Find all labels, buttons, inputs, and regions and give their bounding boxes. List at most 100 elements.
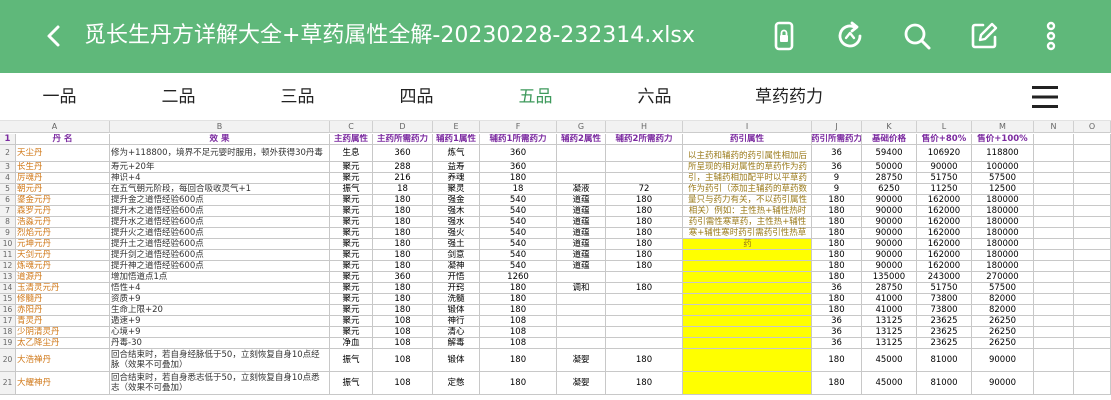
column-letter[interactable]: F	[480, 121, 557, 133]
pill-name-cell[interactable]: 炼魂元丹	[16, 261, 110, 272]
aux1-potency-cell[interactable]: 540	[480, 261, 557, 272]
base-price-cell[interactable]: 41000	[862, 294, 917, 305]
effect-cell[interactable]: 资质+9	[110, 294, 330, 305]
aux2-attr-cell[interactable]	[557, 173, 606, 184]
aux1-potency-cell[interactable]: 180	[480, 372, 557, 395]
price-100-cell[interactable]: 90000	[972, 372, 1034, 395]
main-herb-attr-cell[interactable]: 振气	[330, 349, 373, 372]
cell[interactable]	[1074, 162, 1111, 173]
price-100-cell[interactable]: 180000	[972, 206, 1034, 217]
catalyst-attr-cell[interactable]	[683, 305, 812, 316]
aux1-attr-cell[interactable]: 剑意	[433, 250, 480, 261]
base-price-cell[interactable]: 13125	[862, 316, 917, 327]
aux1-potency-cell[interactable]: 180	[480, 283, 557, 294]
catalyst-potency-cell[interactable]: 180	[812, 250, 862, 261]
price-100-cell[interactable]: 180000	[972, 217, 1034, 228]
aux1-attr-cell[interactable]: 锻体	[433, 349, 480, 372]
main-herb-attr-cell[interactable]: 聚元	[330, 316, 373, 327]
aux1-potency-cell[interactable]: 108	[480, 327, 557, 338]
cell[interactable]	[1034, 250, 1074, 261]
effect-cell[interactable]: 增加悟道点1点	[110, 272, 330, 283]
aux1-potency-cell[interactable]: 540	[480, 239, 557, 250]
aux1-attr-cell[interactable]: 解毒	[433, 338, 480, 349]
aux2-attr-cell[interactable]	[557, 162, 606, 173]
price-100-cell[interactable]: 180000	[972, 250, 1034, 261]
base-price-cell[interactable]: 90000	[862, 239, 917, 250]
cell[interactable]	[1074, 261, 1111, 272]
aux2-attr-cell[interactable]: 调和	[557, 283, 606, 294]
aux2-potency-cell[interactable]	[606, 145, 683, 162]
column-letter[interactable]: L	[917, 121, 972, 133]
aux1-attr-cell[interactable]: 锻体	[433, 305, 480, 316]
catalyst-attr-cell[interactable]	[683, 261, 812, 272]
price-100-cell[interactable]: 180000	[972, 195, 1034, 206]
main-herb-attr-cell[interactable]: 聚元	[330, 173, 373, 184]
price-100-cell[interactable]: 26250	[972, 316, 1034, 327]
aux1-potency-cell[interactable]: 18	[480, 184, 557, 195]
aux1-attr-cell[interactable]: 神行	[433, 316, 480, 327]
base-price-cell[interactable]: 90000	[862, 206, 917, 217]
aux2-potency-cell[interactable]: 180	[606, 261, 683, 272]
catalyst-potency-cell[interactable]: 180	[812, 349, 862, 372]
tab-grade-5[interactable]: 五品	[476, 73, 595, 121]
aux1-attr-cell[interactable]: 养魂	[433, 173, 480, 184]
aux2-potency-cell[interactable]: 180	[606, 349, 683, 372]
pill-name-cell[interactable]: 太乙降尘丹	[16, 338, 110, 349]
catalyst-potency-cell[interactable]: 36	[812, 338, 862, 349]
column-letter[interactable]: A	[0, 121, 110, 133]
cell[interactable]	[1034, 217, 1074, 228]
header-cell[interactable]: 丹 名	[16, 134, 110, 145]
effect-cell[interactable]: 提升土之道悟经验600点	[110, 239, 330, 250]
main-herb-attr-cell[interactable]: 聚元	[330, 195, 373, 206]
pill-name-cell[interactable]: 天剑元丹	[16, 250, 110, 261]
main-herb-attr-cell[interactable]: 聚元	[330, 327, 373, 338]
header-cell[interactable]: 辅药1属性	[433, 134, 480, 145]
main-herb-attr-cell[interactable]: 聚元	[330, 283, 373, 294]
aux1-attr-cell[interactable]: 强火	[433, 228, 480, 239]
main-herb-potency-cell[interactable]: 180	[373, 239, 433, 250]
base-price-cell[interactable]: 41000	[862, 305, 917, 316]
catalyst-potency-cell[interactable]: 36	[812, 283, 862, 294]
main-herb-attr-cell[interactable]: 聚元	[330, 217, 373, 228]
aux1-attr-cell[interactable]: 强水	[433, 217, 480, 228]
cell[interactable]	[1074, 228, 1111, 239]
catalyst-potency-cell[interactable]: 180	[812, 228, 862, 239]
main-herb-potency-cell[interactable]: 360	[373, 145, 433, 162]
catalyst-attr-cell[interactable]	[683, 272, 812, 283]
effect-cell[interactable]: 回合结束时，若自身悉志低于50，立刻恢复自身10点悉志（效果不可叠加）	[110, 372, 330, 395]
aux1-attr-cell[interactable]: 清心	[433, 327, 480, 338]
cell[interactable]	[1074, 195, 1111, 206]
cell[interactable]	[1034, 184, 1074, 195]
base-price-cell[interactable]: 13125	[862, 338, 917, 349]
column-letter[interactable]: M	[972, 121, 1034, 133]
aux2-potency-cell[interactable]: 180	[606, 195, 683, 206]
aux2-attr-cell[interactable]	[557, 316, 606, 327]
aux1-attr-cell[interactable]: 聚灵	[433, 184, 480, 195]
aux2-potency-cell[interactable]: 180	[606, 283, 683, 294]
aux1-potency-cell[interactable]: 540	[480, 206, 557, 217]
effect-cell[interactable]: 生命上限+20	[110, 305, 330, 316]
cell[interactable]	[1034, 228, 1074, 239]
header-cell[interactable]: 售价+80%	[917, 134, 972, 145]
aux1-potency-cell[interactable]: 180	[480, 294, 557, 305]
catalyst-potency-cell[interactable]: 180	[812, 294, 862, 305]
aux2-attr-cell[interactable]: 道蕴	[557, 217, 606, 228]
pill-name-cell[interactable]: 少阴清灵丹	[16, 327, 110, 338]
effect-cell[interactable]: 丹毒-30	[110, 338, 330, 349]
header-cell[interactable]: 主药属性	[330, 134, 373, 145]
cell[interactable]	[1074, 250, 1111, 261]
main-herb-potency-cell[interactable]: 108	[373, 327, 433, 338]
aux2-attr-cell[interactable]: 道蕴	[557, 206, 606, 217]
aux1-attr-cell[interactable]: 洗髓	[433, 294, 480, 305]
header-cell[interactable]: 主药所需药力	[373, 134, 433, 145]
catalyst-potency-cell[interactable]: 180	[812, 272, 862, 283]
main-herb-potency-cell[interactable]: 180	[373, 261, 433, 272]
main-herb-potency-cell[interactable]: 180	[373, 217, 433, 228]
aux1-attr-cell[interactable]: 定憋	[433, 372, 480, 395]
main-herb-potency-cell[interactable]: 360	[373, 272, 433, 283]
aux1-potency-cell[interactable]: 360	[480, 162, 557, 173]
catalyst-potency-cell[interactable]: 9	[812, 173, 862, 184]
cell[interactable]	[1034, 272, 1074, 283]
base-price-cell[interactable]: 50000	[862, 162, 917, 173]
catalyst-potency-cell[interactable]: 9	[812, 184, 862, 195]
